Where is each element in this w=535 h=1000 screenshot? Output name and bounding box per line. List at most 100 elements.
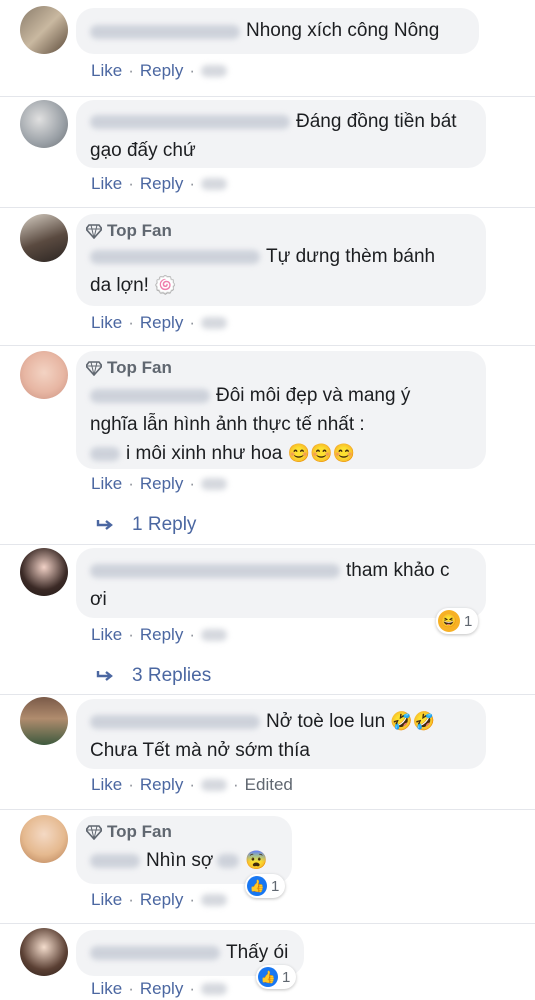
divider: [0, 96, 535, 97]
comment-actions: Like · Reply ·: [91, 61, 227, 81]
like-button[interactable]: Like: [91, 625, 122, 645]
replies-count-label: 3 Replies: [132, 665, 212, 686]
comment-text-line1: Đôi môi đẹp và mang ý: [216, 385, 411, 406]
top-fan-label: Top Fan: [107, 822, 172, 841]
reply-button[interactable]: Reply: [140, 313, 183, 333]
reply-arrow-icon: [96, 671, 113, 681]
comment-actions: Like · Reply ·: [91, 313, 227, 333]
reaction-summary[interactable]: 😆 1: [436, 608, 479, 634]
timestamp[interactable]: [201, 65, 227, 77]
comment-text-line2: da lợn!: [90, 275, 155, 296]
reply-button[interactable]: Reply: [140, 979, 183, 999]
reaction-summary[interactable]: 👍 1: [245, 874, 286, 898]
reply-button[interactable]: Reply: [140, 61, 183, 81]
reaction-count: 1: [271, 877, 280, 895]
divider: [0, 544, 535, 545]
comment-text-line1: Tự dưng thèm bánh: [266, 246, 436, 267]
avatar[interactable]: [20, 100, 68, 148]
avatar[interactable]: [20, 928, 68, 976]
comment-text-line2: gạo đấy chứ: [90, 140, 196, 161]
comment-bubble: Nhong xích công Nông: [76, 8, 479, 54]
top-fan-badge[interactable]: Top Fan: [86, 221, 172, 241]
diamond-icon: [86, 825, 102, 840]
comment-actions: Like · Reply ·: [91, 625, 227, 645]
smile-emoji-icon: 😊😊😊: [287, 443, 355, 463]
blurred-author-name[interactable]: [90, 249, 260, 264]
blurred-author-name[interactable]: [90, 24, 240, 39]
diamond-icon: [86, 361, 102, 376]
view-replies-link[interactable]: 1 Reply: [96, 514, 196, 536]
diamond-icon: [86, 224, 102, 239]
rofl-emoji-icon: 🤣🤣: [390, 711, 436, 731]
comment-bubble: Nở toè loe lun 🤣🤣 Chưa Tết mà nở sớm thí…: [76, 699, 486, 769]
blurred-tag[interactable]: [90, 446, 120, 461]
reaction-count: 1: [464, 612, 473, 630]
edited-label[interactable]: Edited: [245, 775, 293, 795]
timestamp[interactable]: [201, 894, 227, 906]
comment-text: Nhong xích công Nông: [246, 20, 440, 41]
blurred-author-name[interactable]: [90, 388, 210, 403]
divider: [0, 694, 535, 695]
avatar[interactable]: [20, 6, 68, 54]
like-button[interactable]: Like: [91, 61, 122, 81]
avatar[interactable]: [20, 548, 68, 596]
top-fan-badge[interactable]: Top Fan: [86, 358, 172, 378]
comment-actions: Like · Reply ·: [91, 474, 227, 494]
reaction-count: 1: [282, 968, 291, 986]
comment-actions: Like · Reply ·: [91, 890, 227, 910]
reply-button[interactable]: Reply: [140, 775, 183, 795]
comment-text-line1: Đáng đồng tiền bát: [296, 111, 457, 132]
timestamp[interactable]: [201, 478, 227, 490]
timestamp[interactable]: [201, 629, 227, 641]
reply-button[interactable]: Reply: [140, 890, 183, 910]
comment-text-line2: nghĩa lẫn hình ảnh thực tế nhất :: [90, 414, 365, 435]
top-fan-label: Top Fan: [107, 358, 172, 377]
comment-text-line2: ơi: [90, 589, 107, 610]
reaction-summary[interactable]: 👍 1: [256, 965, 297, 989]
blurred-tag[interactable]: [217, 853, 240, 868]
timestamp[interactable]: [201, 983, 227, 995]
comment-actions: Like · Reply ·: [91, 979, 227, 999]
like-button[interactable]: Like: [91, 890, 122, 910]
timestamp[interactable]: [201, 178, 227, 190]
blurred-author-name[interactable]: [90, 853, 140, 868]
divider: [0, 345, 535, 346]
avatar[interactable]: [20, 351, 68, 399]
like-button[interactable]: Like: [91, 979, 122, 999]
timestamp[interactable]: [201, 317, 227, 329]
comment-text: Nhìn sợ: [146, 850, 214, 871]
like-button[interactable]: Like: [91, 313, 122, 333]
like-reaction-icon: 👍: [247, 876, 267, 896]
blurred-author-name[interactable]: [90, 114, 290, 129]
reply-button[interactable]: Reply: [140, 625, 183, 645]
fearful-emoji-icon: 😨: [245, 850, 268, 870]
divider: [0, 809, 535, 810]
like-button[interactable]: Like: [91, 474, 122, 494]
avatar[interactable]: [20, 214, 68, 262]
reply-arrow-icon: [96, 520, 113, 530]
replies-count-label: 1 Reply: [132, 514, 197, 535]
like-button[interactable]: Like: [91, 174, 122, 194]
comment-text-line1: tham khảo c: [346, 560, 450, 581]
timestamp[interactable]: [201, 779, 227, 791]
comment-bubble: Đáng đồng tiền bát gạo đấy chứ: [76, 100, 486, 168]
comment-actions: Like · Reply ·: [91, 174, 227, 194]
reply-button[interactable]: Reply: [140, 174, 183, 194]
blurred-author-name[interactable]: [90, 945, 220, 960]
like-reaction-icon: 👍: [258, 967, 278, 987]
blurred-author-name[interactable]: [90, 563, 340, 578]
candy-icon: 🍥: [154, 275, 177, 295]
comment-bubble: tham khảo c ơi: [76, 548, 486, 618]
haha-reaction-icon: 😆: [438, 610, 460, 632]
comment-text-line3: i môi xinh như hoa: [126, 443, 288, 464]
top-fan-badge[interactable]: Top Fan: [86, 822, 172, 842]
top-fan-label: Top Fan: [107, 221, 172, 240]
blurred-author-name[interactable]: [90, 714, 260, 729]
avatar[interactable]: [20, 697, 68, 745]
comment-text: Thấy ói: [226, 942, 289, 963]
view-replies-link[interactable]: 3 Replies: [96, 665, 211, 687]
like-button[interactable]: Like: [91, 775, 122, 795]
reply-button[interactable]: Reply: [140, 474, 183, 494]
comment-text-line2: Chưa Tết mà nở sớm thía: [90, 740, 310, 761]
avatar[interactable]: [20, 815, 68, 863]
